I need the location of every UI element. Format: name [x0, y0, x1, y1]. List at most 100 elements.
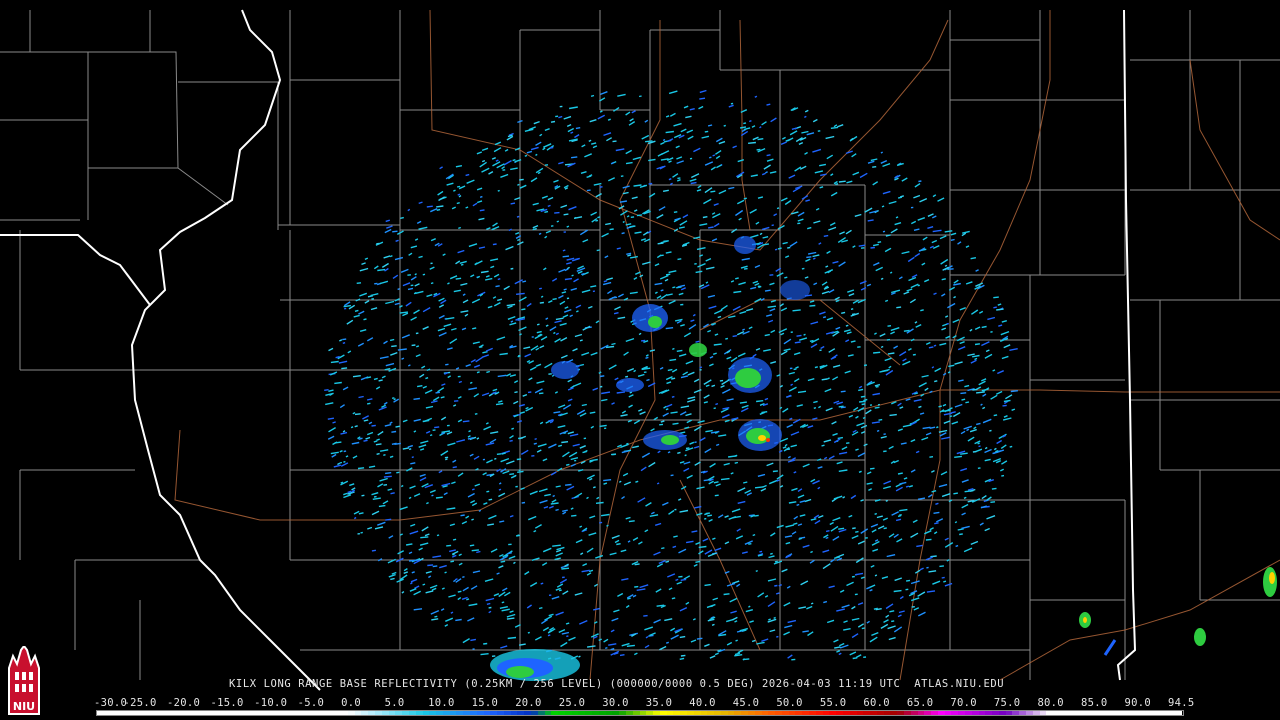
echo-speck: [589, 119, 597, 123]
echo-speck: [1001, 460, 1008, 465]
echo-speck: [648, 182, 653, 185]
echo-speck: [738, 217, 742, 221]
echo-speck: [364, 257, 369, 261]
echo-speck: [413, 608, 423, 611]
echo-speck: [671, 377, 676, 380]
echo-speck: [556, 583, 564, 588]
echo-speck: [880, 435, 887, 439]
echo-speck: [430, 238, 436, 242]
echo-speck: [861, 403, 866, 406]
colorbar-swatch: [822, 711, 830, 715]
echo-speck: [540, 295, 544, 298]
echo-speck: [785, 541, 791, 545]
echo-speck: [890, 327, 900, 332]
echo-speck: [542, 547, 552, 553]
echo-speck: [469, 453, 474, 457]
echo-speck: [340, 431, 348, 435]
colorbar-tick-label: 65.0: [906, 697, 934, 709]
echo-speck: [680, 578, 687, 581]
echo-speck: [566, 123, 572, 128]
colorbar-swatch: [924, 711, 932, 715]
echo-speck: [570, 463, 576, 467]
echo-speck: [937, 197, 945, 202]
echo-speck: [683, 332, 692, 338]
colorbar-swatch: [937, 711, 945, 715]
echo-speck: [543, 143, 552, 148]
echo-speck: [947, 302, 956, 309]
echo-speck: [679, 635, 686, 639]
echo-speck: [512, 159, 516, 162]
echo-speck: [354, 309, 359, 312]
echo-speck: [828, 585, 835, 589]
echo-speck: [813, 400, 818, 404]
echo-speck: [373, 265, 379, 270]
echo-speck: [513, 400, 519, 405]
echo-speck: [349, 483, 355, 487]
echo-speck: [668, 90, 678, 95]
echo-speck: [381, 375, 386, 379]
echo-speck: [766, 154, 771, 157]
echo-speck: [897, 402, 902, 407]
echo-speck: [543, 267, 547, 271]
echo-speck: [975, 269, 979, 272]
echo-speck: [898, 276, 903, 280]
echo-speck: [385, 518, 392, 521]
echo-speck: [641, 452, 651, 459]
echo-speck: [970, 540, 979, 546]
echo-speck: [516, 420, 522, 423]
colorbar-tick-label: 0.0: [341, 697, 361, 709]
echo-speck: [509, 514, 514, 518]
echo-speck: [418, 226, 428, 230]
echo-speck: [640, 466, 647, 472]
echo-speck: [793, 352, 801, 356]
echo-speck: [625, 149, 633, 155]
echo-speck: [969, 328, 973, 332]
echo-speck: [340, 462, 349, 467]
echo-speck: [451, 554, 457, 558]
echo-speck: [402, 447, 410, 450]
echo-speck: [752, 533, 756, 537]
echo-speck: [972, 354, 980, 358]
echo-speck: [378, 504, 386, 508]
echo-speck: [810, 602, 814, 605]
echo-speck: [974, 343, 980, 346]
echo-speck: [887, 625, 896, 630]
echo-speck: [544, 210, 549, 213]
echo-speck: [793, 515, 799, 520]
echo-speck: [850, 340, 856, 343]
echo-speck: [721, 388, 731, 394]
colorbar-swatch: [476, 711, 484, 715]
echo-speck: [954, 521, 958, 524]
echo-speck: [339, 404, 345, 409]
echo-speck: [338, 339, 343, 342]
echo-speck: [970, 359, 977, 364]
echo-speck: [713, 222, 720, 228]
echo-speck: [1003, 399, 1011, 403]
echo-speck: [788, 174, 796, 179]
echo-speck: [865, 409, 872, 415]
echo-speck: [514, 279, 524, 285]
echo-speck: [728, 104, 734, 108]
echo-speck: [991, 487, 997, 490]
echo-speck: [425, 377, 429, 380]
echo-speck: [934, 522, 939, 525]
echo-speck: [829, 222, 836, 227]
echo-speck: [456, 185, 461, 188]
echo-speck: [839, 589, 845, 593]
echo-speck: [730, 472, 734, 475]
echo-speck: [497, 298, 503, 302]
echo-speck: [910, 597, 920, 602]
echo-speck: [714, 652, 719, 656]
echo-speck: [1003, 415, 1008, 418]
echo-speck: [912, 519, 918, 524]
echo-speck: [532, 224, 539, 229]
echo-speck: [327, 417, 335, 420]
echo-speck: [350, 426, 354, 429]
echo-speck: [454, 578, 458, 581]
colorbar-swatch: [510, 711, 518, 715]
echo-speck: [450, 611, 454, 614]
echo-speck: [855, 415, 859, 419]
echo-speck: [366, 431, 374, 436]
echo-speck: [538, 607, 543, 610]
echo-speck: [743, 197, 747, 200]
